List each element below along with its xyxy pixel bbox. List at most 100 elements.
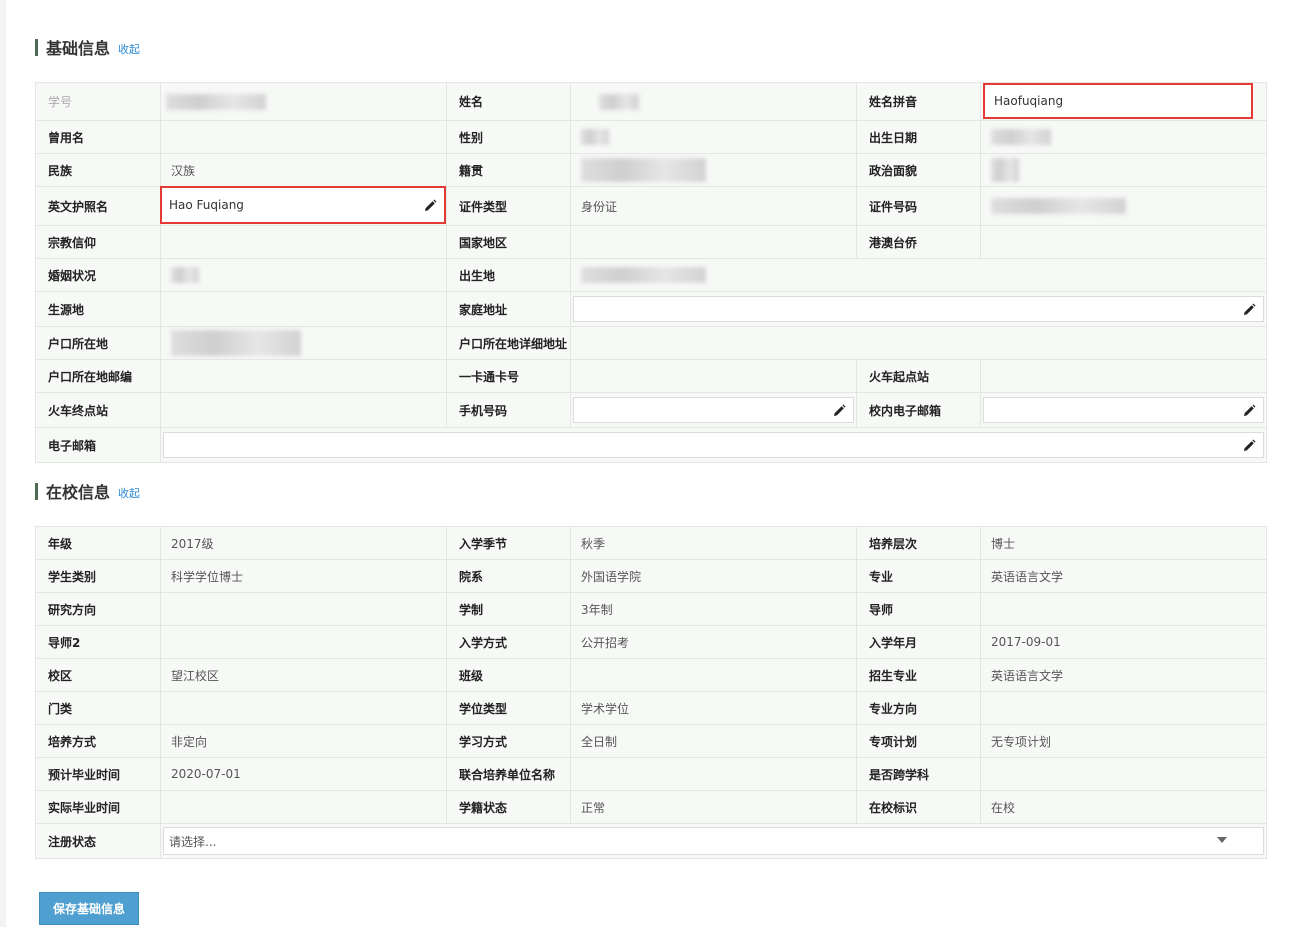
label-department: 院系 — [446, 559, 571, 593]
value-former-name — [160, 120, 447, 154]
save-basic-info-button[interactable]: 保存基础信息 — [39, 892, 139, 925]
value-interdisciplinary — [980, 757, 1267, 791]
label-enroll-season: 入学季节 — [446, 526, 571, 560]
blurred-value — [991, 158, 1019, 182]
mobile-field[interactable] — [573, 397, 854, 423]
value-train-start — [980, 359, 1267, 393]
value-email — [160, 427, 1267, 463]
value-birthplace — [570, 258, 1267, 292]
value-gender — [570, 120, 857, 154]
value-card-number — [570, 359, 857, 393]
table-row: 学号 姓名 姓名拼音 Haofuqiang — [35, 82, 1267, 121]
value-student-category: 科学学位博士 — [160, 559, 447, 593]
pencil-icon[interactable] — [1241, 402, 1257, 418]
value-duration: 3年制 — [570, 592, 857, 626]
value-passport-name: Hao Fuqiang — [160, 186, 447, 226]
value-country-region — [570, 225, 857, 259]
pencil-icon[interactable] — [1241, 301, 1257, 317]
value-train-end — [160, 392, 447, 428]
label-hukou-address: 户口所在地详细地址 — [446, 326, 571, 360]
label-birthplace: 出生地 — [446, 258, 571, 292]
value-hukou-location — [160, 326, 447, 360]
basic-info-header: 基础信息 收起 — [35, 37, 140, 58]
label-gender: 性别 — [446, 120, 571, 154]
value-class — [570, 658, 857, 692]
value-hukou-address — [570, 326, 1267, 360]
table-row: 户口所在地邮编 一卡通卡号 火车起点站 — [35, 359, 1267, 393]
label-student-id: 学号 — [35, 82, 161, 121]
value-department: 外国语学院 — [570, 559, 857, 593]
table-row: 生源地 家庭地址 — [35, 291, 1267, 327]
table-row: 宗教信仰 国家地区 港澳台侨 — [35, 225, 1267, 259]
pencil-icon[interactable] — [422, 197, 438, 213]
value-native-place — [570, 153, 857, 187]
table-row: 户口所在地 户口所在地详细地址 — [35, 326, 1267, 360]
collapse-link[interactable]: 收起 — [118, 41, 140, 57]
value-source-place — [160, 291, 447, 327]
name-pinyin-field[interactable]: Haofuqiang — [983, 83, 1253, 119]
section-title: 基础信息 — [46, 39, 111, 58]
blurred-value — [166, 93, 266, 110]
blurred-value — [991, 198, 1126, 214]
table-row: 电子邮箱 — [35, 427, 1267, 463]
value-study-mode: 全日制 — [570, 724, 857, 758]
label-political-status: 政治面貌 — [856, 153, 981, 187]
email-field[interactable] — [163, 432, 1264, 458]
value-on-campus-flag: 在校 — [980, 790, 1267, 824]
value-advisor — [980, 592, 1267, 626]
value-training-level: 博士 — [980, 526, 1267, 560]
label-admission-major: 招生专业 — [856, 658, 981, 692]
value-campus: 望江校区 — [160, 658, 447, 692]
label-grade: 年级 — [35, 526, 161, 560]
label-marital-status: 婚姻状况 — [35, 258, 161, 292]
collapse-link[interactable]: 收起 — [118, 485, 140, 501]
label-train-end: 火车终点站 — [35, 392, 161, 428]
table-row: 年级 2017级 入学季节 秋季 培养层次 博士 — [35, 526, 1267, 560]
blurred-value — [581, 129, 609, 145]
blurred-value — [581, 158, 706, 182]
blurred-value — [171, 330, 301, 356]
pencil-icon[interactable] — [1241, 437, 1257, 453]
home-address-field[interactable] — [573, 296, 1264, 322]
campus-email-field[interactable] — [983, 397, 1264, 423]
label-duration: 学制 — [446, 592, 571, 626]
label-hukou-location: 户口所在地 — [35, 326, 161, 360]
value-discipline-category — [160, 691, 447, 725]
value-student-id — [160, 82, 447, 121]
label-training-mode: 培养方式 — [35, 724, 161, 758]
table-row: 培养方式 非定向 学习方式 全日制 专项计划 无专项计划 — [35, 724, 1267, 758]
label-name-pinyin: 姓名拼音 — [856, 82, 981, 121]
passport-name-field[interactable]: Hao Fuqiang — [160, 186, 446, 224]
section-title: 在校信息 — [46, 483, 111, 502]
label-passport-name: 英文护照名 — [35, 186, 161, 226]
value-mobile — [570, 392, 857, 428]
value-id-number — [980, 186, 1267, 226]
label-actual-graduation: 实际毕业时间 — [35, 790, 161, 824]
registration-status-select[interactable]: 请选择... — [163, 827, 1264, 855]
label-registration-status: 注册状态 — [35, 823, 161, 859]
value-research-direction — [160, 592, 447, 626]
section-accent-bar — [35, 38, 38, 56]
label-training-level: 培养层次 — [856, 526, 981, 560]
label-enrollment-status: 学籍状态 — [446, 790, 571, 824]
table-row: 学生类别 科学学位博士 院系 外国语学院 专业 英语语言文学 — [35, 559, 1267, 593]
value-id-type: 身份证 — [570, 186, 857, 226]
basic-info-table: 学号 姓名 姓名拼音 Haofuqiang 曾用名 性别 出生日期 民族 汉族 … — [35, 82, 1267, 463]
blurred-value — [599, 93, 639, 110]
label-campus-email: 校内电子邮箱 — [856, 392, 981, 428]
label-country-region: 国家地区 — [446, 225, 571, 259]
pencil-icon[interactable] — [831, 402, 847, 418]
label-major: 专业 — [856, 559, 981, 593]
value-major-direction — [980, 691, 1267, 725]
value-political-status — [980, 153, 1267, 187]
chevron-down-icon[interactable] — [1217, 837, 1227, 843]
label-expected-graduation: 预计毕业时间 — [35, 757, 161, 791]
label-research-direction: 研究方向 — [35, 592, 161, 626]
table-row: 火车终点站 手机号码 校内电子邮箱 — [35, 392, 1267, 428]
label-major-direction: 专业方向 — [856, 691, 981, 725]
label-card-number: 一卡通卡号 — [446, 359, 571, 393]
label-home-address: 家庭地址 — [446, 291, 571, 327]
value-hukou-zip — [160, 359, 447, 393]
label-advisor: 导师 — [856, 592, 981, 626]
value-advisor-2 — [160, 625, 447, 659]
